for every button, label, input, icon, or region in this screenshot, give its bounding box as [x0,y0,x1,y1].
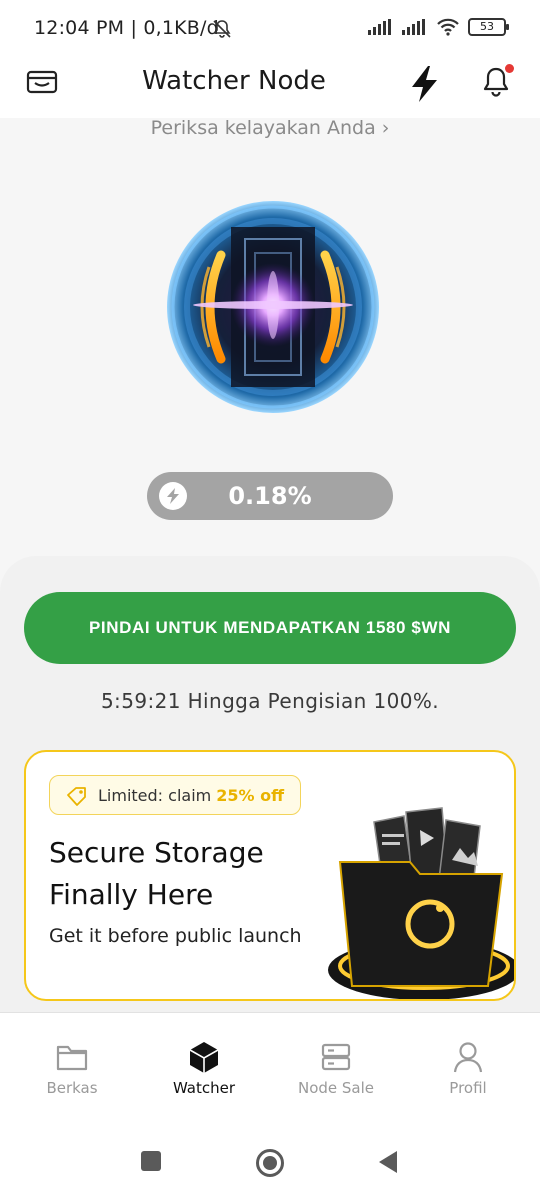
notification-badge [505,64,514,73]
nav-label: Berkas [46,1079,98,1097]
folder-icon [6,1041,138,1073]
wifi-icon [437,18,459,36]
signal-icon [368,19,391,35]
user-icon [402,1041,534,1073]
status-bar: 12:04 PM | 0,1KB/d 53 [0,0,540,56]
promo-title: Secure Storage Finally Here [49,836,264,911]
nav-item-berkas[interactable]: Berkas [6,1041,138,1097]
app-header: Watcher Node [0,56,540,118]
bottom-navigation: Berkas Watcher Node Sale Profil [0,1012,540,1122]
status-indicators: 53 [368,18,509,36]
battery-icon: 53 [468,18,509,36]
system-navigation-bar [0,1122,540,1200]
scan-button[interactable]: PINDAI UNTUK MENDAPATKAN 1580 $WN [24,592,516,664]
muted-bell-icon [213,20,231,38]
promo-subtitle: Get it before public launch [49,925,302,947]
promo-tag-prefix: Limited: claim [98,785,212,805]
promo-card[interactable]: Limited: claim 25% off Secure Storage Fi… [24,750,516,1001]
nav-label: Profil [449,1079,487,1097]
nav-item-profil[interactable]: Profil [402,1041,534,1097]
status-time: 12:04 PM | 0,1KB/d [34,17,219,39]
signal-icon [402,19,425,35]
eligibility-link[interactable]: Periksa kelayakan Anda › [0,117,540,139]
storage-folder-illustration [328,807,514,999]
cube-icon [138,1041,270,1073]
recents-button[interactable] [140,1150,162,1172]
nav-label: Node Sale [297,1079,375,1097]
nav-item-node-sale[interactable]: Node Sale [270,1041,402,1097]
nav-label: Watcher [172,1079,236,1097]
charge-countdown: 5:59:21 Hingga Pengisian 100%. [100,689,440,713]
charge-progress-pill: 0.18% [147,472,393,520]
promo-tag: Limited: claim 25% off [49,775,302,815]
lightning-icon[interactable] [407,64,443,104]
home-button[interactable] [255,1148,285,1178]
back-button[interactable] [377,1150,399,1174]
nav-item-watcher[interactable]: Watcher [138,1041,270,1097]
promo-tag-discount: 25% off [216,785,285,805]
page-title: Watcher Node [142,66,326,96]
tag-icon [67,787,86,806]
charge-percentage: 0.18% [228,482,312,510]
server-icon [270,1041,402,1073]
watcher-orb-image [167,201,379,413]
